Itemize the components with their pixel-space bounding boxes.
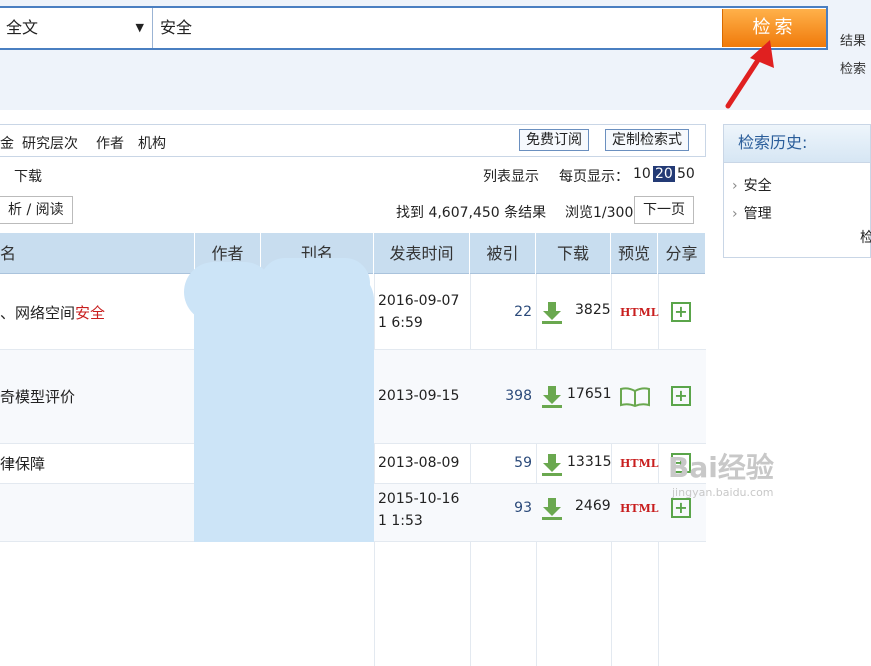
html-preview-icon[interactable]: HTML (620, 306, 659, 319)
list-view-link[interactable]: 列表显示 (483, 166, 539, 186)
col-downloads[interactable]: 下载 (536, 233, 611, 274)
filter-fund[interactable]: 金 (0, 133, 14, 153)
share-add-icon[interactable]: + (671, 386, 691, 406)
download-icon[interactable] (540, 496, 564, 520)
row-title[interactable]: 、网络空间安全 (0, 302, 105, 323)
html-preview-icon[interactable]: HTML (620, 502, 659, 515)
redaction-blur (184, 262, 274, 322)
col-date[interactable]: 发表时间 (374, 233, 470, 274)
chevron-down-icon: ▼ (135, 21, 144, 34)
history-item[interactable]: › 管理 (732, 203, 772, 223)
analyze-read-button[interactable]: 析 / 阅读 (0, 196, 73, 224)
page-indicator: 浏览1/300 (565, 205, 634, 221)
book-preview-icon[interactable] (619, 387, 651, 407)
filter-bar: 金 研究层次 作者 机构 免费订阅 定制检索式 (0, 124, 706, 157)
row-cited[interactable]: 93 (472, 500, 532, 516)
per-page-50[interactable]: 50 (677, 166, 695, 182)
filter-institution[interactable]: 机构 (138, 133, 166, 153)
col-cited[interactable]: 被引 (470, 233, 536, 274)
search-input[interactable]: 安全 (154, 8, 720, 48)
download-link[interactable]: 下载 (14, 166, 42, 186)
download-icon[interactable] (540, 384, 564, 408)
download-icon[interactable] (540, 452, 564, 476)
subscribe-button[interactable]: 免费订阅 (519, 129, 589, 151)
search-history-panel: 检索历史: › 安全 › 管理 检 (723, 124, 871, 258)
col-share: 分享 (658, 233, 706, 274)
chevron-right-icon: › (732, 178, 738, 194)
row-downloads: 17651 (567, 386, 612, 402)
row-date: 2013-09-15 (378, 388, 460, 404)
row-downloads: 13315 (567, 454, 612, 470)
scope-value: 全文 (6, 18, 39, 37)
per-page-10[interactable]: 10 (633, 166, 651, 182)
per-page-label: 每页显示： (559, 169, 629, 185)
col-title[interactable]: 名 (0, 233, 195, 274)
row-title[interactable]: 律保障 (0, 453, 45, 474)
scope-dropdown[interactable]: 全文 ▼ (0, 8, 153, 48)
row-date: 2015-10-16 1 1:53 (378, 491, 460, 529)
custom-search-button[interactable]: 定制检索式 (605, 129, 689, 151)
share-add-icon[interactable]: + (671, 302, 691, 322)
filter-author[interactable]: 作者 (96, 133, 124, 153)
search-bar: 全文 ▼ 安全 检索 (0, 6, 828, 50)
redaction-blur (260, 258, 370, 308)
row-cited[interactable]: 22 (472, 304, 532, 320)
history-item[interactable]: › 安全 (732, 175, 772, 195)
share-add-icon[interactable]: + (671, 498, 691, 518)
search-link[interactable]: 检索 (840, 58, 866, 77)
next-page-button[interactable]: 下一页 (634, 196, 694, 224)
row-date: 2013-08-09 (378, 455, 460, 471)
row-cited[interactable]: 59 (472, 455, 532, 471)
history-title: 检索历史: (724, 125, 870, 163)
baidu-watermark: Bai经验 jingyan.baidu.com (668, 446, 774, 499)
row-date: 2016-09-07 1 6:59 (378, 293, 460, 331)
history-more[interactable]: 检 (860, 227, 871, 247)
result-count: 找到 4,607,450 条结果 (396, 205, 547, 221)
row-downloads: 3825 (575, 302, 611, 318)
red-arrow-icon (725, 40, 774, 109)
filter-research-level[interactable]: 研究层次 (22, 133, 78, 153)
result-link[interactable]: 结果 (840, 30, 866, 49)
per-page-20[interactable]: 20 (653, 166, 675, 182)
watermark-url: jingyan.baidu.com (672, 486, 774, 499)
row-title[interactable]: 奇模型评价 (0, 386, 75, 407)
watermark-brand: Bai经验 (668, 451, 774, 484)
row-cited[interactable]: 398 (472, 388, 532, 404)
download-icon[interactable] (540, 300, 564, 324)
col-preview: 预览 (611, 233, 658, 274)
row-downloads: 2469 (575, 498, 611, 514)
html-preview-icon[interactable]: HTML (620, 457, 659, 470)
chevron-right-icon: › (732, 206, 738, 222)
